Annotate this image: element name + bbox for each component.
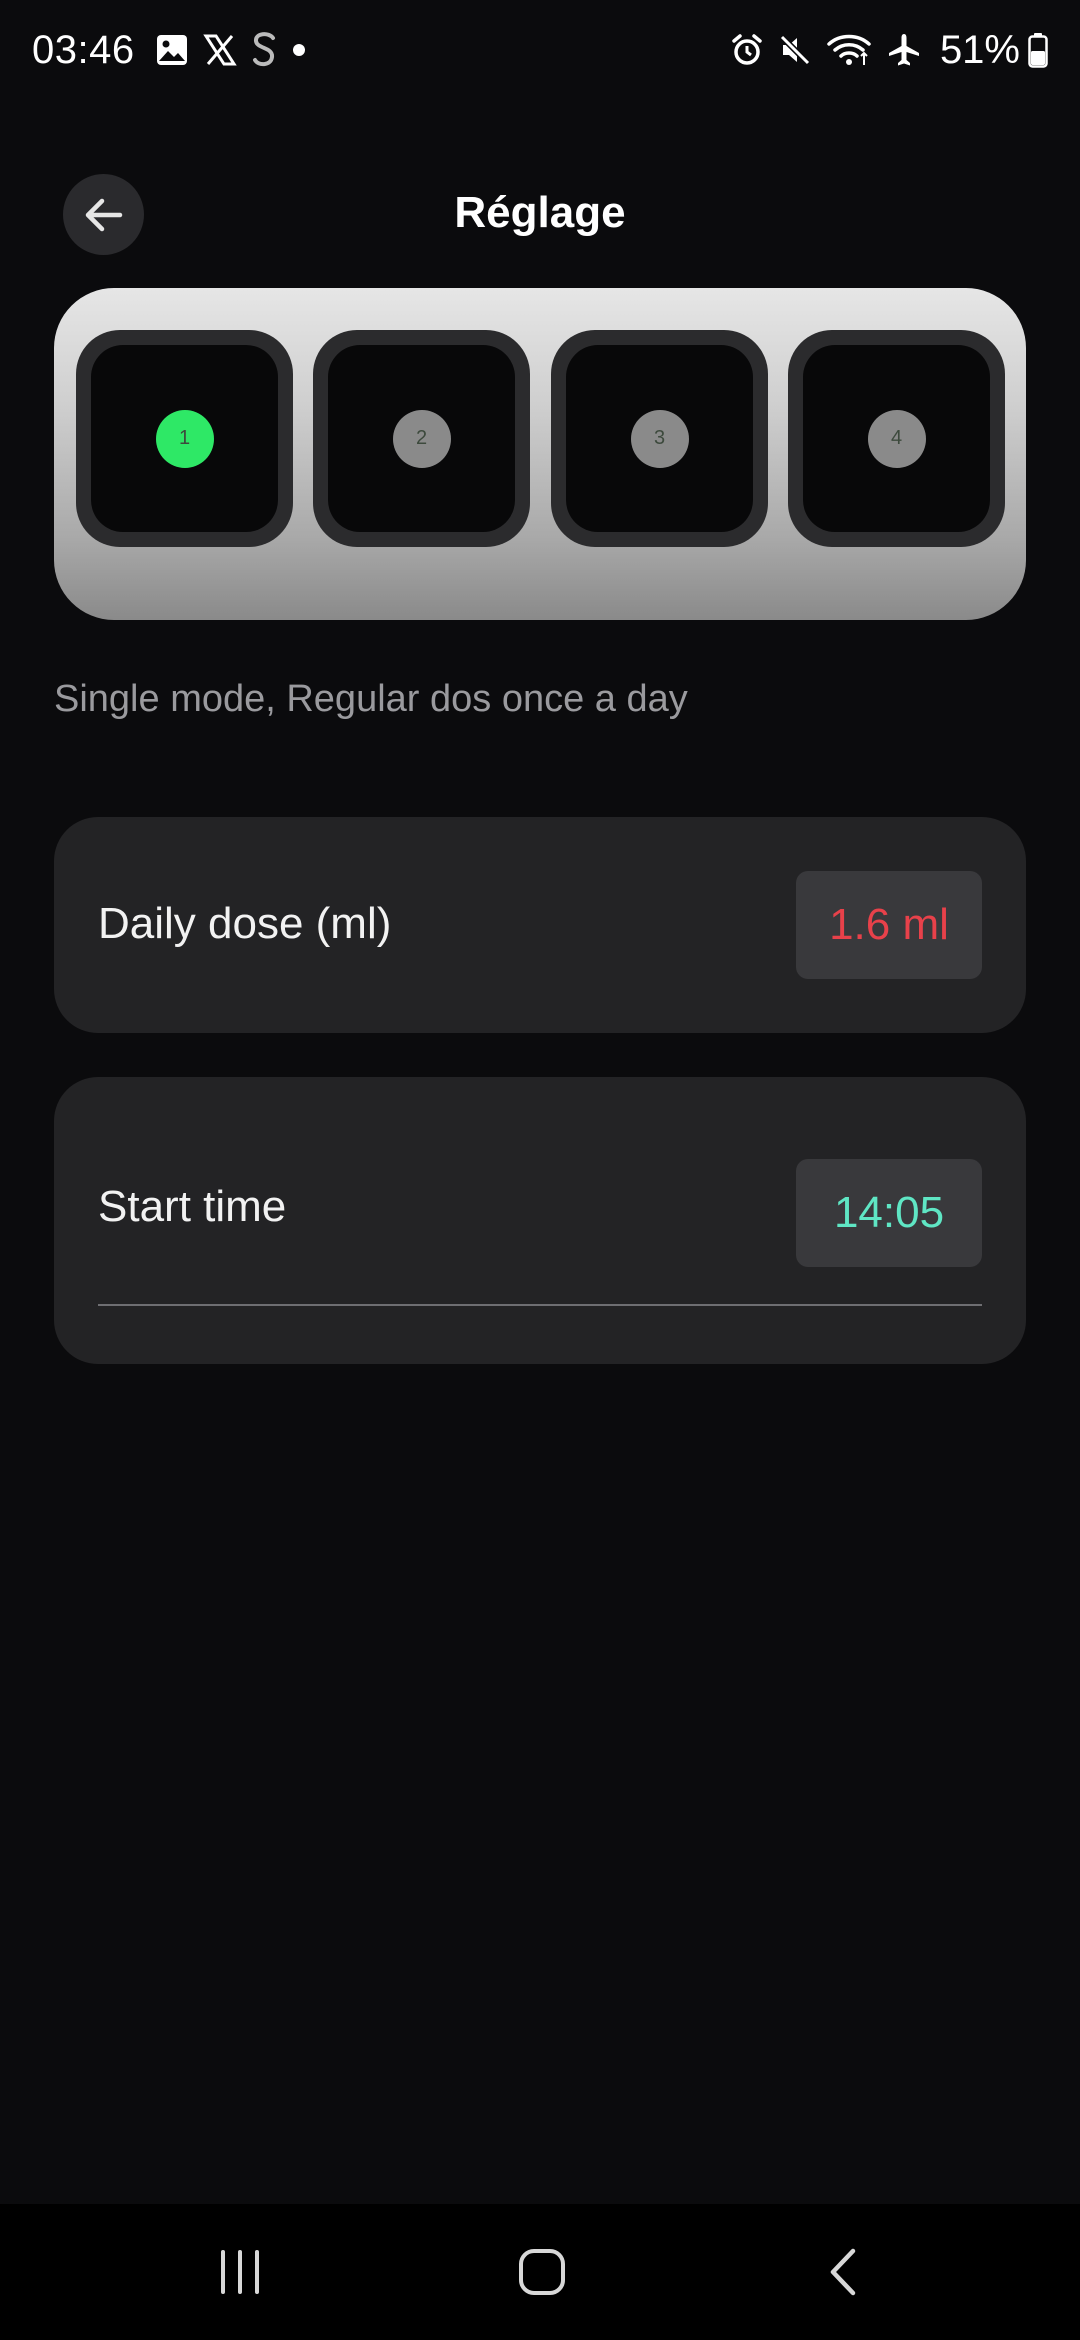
divider bbox=[98, 1304, 982, 1306]
slot-inner: 4 bbox=[803, 345, 990, 532]
slot-1[interactable]: 1 bbox=[76, 330, 293, 547]
slot-indicator-4: 4 bbox=[867, 409, 926, 468]
slot-inner: 1 bbox=[91, 345, 278, 532]
start-time-label: Start time bbox=[98, 1182, 287, 1231]
status-left: 03:46 bbox=[32, 28, 321, 73]
home-icon bbox=[519, 2249, 565, 2295]
screen: 03:46 51% Réglage 1 2 3 4 Single mode, R… bbox=[0, 0, 1080, 2340]
start-time-value[interactable]: 14:05 bbox=[796, 1159, 982, 1267]
x-logo-icon bbox=[202, 28, 237, 72]
recents-icon bbox=[221, 2250, 259, 2294]
start-time-card[interactable]: Start time 14:05 bbox=[54, 1077, 1026, 1364]
daily-dose-value[interactable]: 1.6 ml bbox=[796, 871, 982, 979]
slot-2[interactable]: 2 bbox=[313, 330, 530, 547]
chevron-left-icon bbox=[830, 2248, 856, 2296]
slot-indicator-2: 2 bbox=[392, 409, 451, 468]
dot-icon bbox=[291, 28, 307, 72]
daily-dose-card[interactable]: Daily dose (ml) 1.6 ml bbox=[54, 817, 1026, 1033]
slot-4[interactable]: 4 bbox=[788, 330, 1005, 547]
status-right: 51% bbox=[730, 28, 1048, 73]
gallery-icon bbox=[155, 28, 189, 72]
mode-description: Single mode, Regular dos once a day bbox=[54, 678, 688, 720]
battery-icon bbox=[1028, 28, 1048, 72]
mute-icon bbox=[778, 28, 812, 72]
page-title: Réglage bbox=[454, 188, 626, 237]
recents-button[interactable] bbox=[140, 2204, 340, 2340]
airplane-icon bbox=[886, 28, 922, 72]
slot-inner: 3 bbox=[566, 345, 753, 532]
system-back-button[interactable] bbox=[744, 2204, 944, 2340]
wifi-icon bbox=[826, 28, 872, 72]
slot-indicator-3: 3 bbox=[630, 409, 689, 468]
header: Réglage bbox=[0, 170, 1080, 260]
slot-3[interactable]: 3 bbox=[551, 330, 768, 547]
slot-inner: 2 bbox=[328, 345, 515, 532]
slot-indicator-1: 1 bbox=[155, 409, 214, 468]
dosing-device: 1 2 3 4 bbox=[54, 288, 1026, 620]
home-button[interactable] bbox=[442, 2204, 642, 2340]
alarm-icon bbox=[730, 28, 764, 72]
status-bar: 03:46 51% bbox=[0, 0, 1080, 100]
battery-percentage: 51% bbox=[939, 27, 1020, 72]
daily-dose-label: Daily dose (ml) bbox=[98, 899, 392, 948]
status-time: 03:46 bbox=[32, 27, 135, 72]
s-app-icon bbox=[251, 28, 277, 72]
system-nav-bar bbox=[0, 2204, 1080, 2340]
